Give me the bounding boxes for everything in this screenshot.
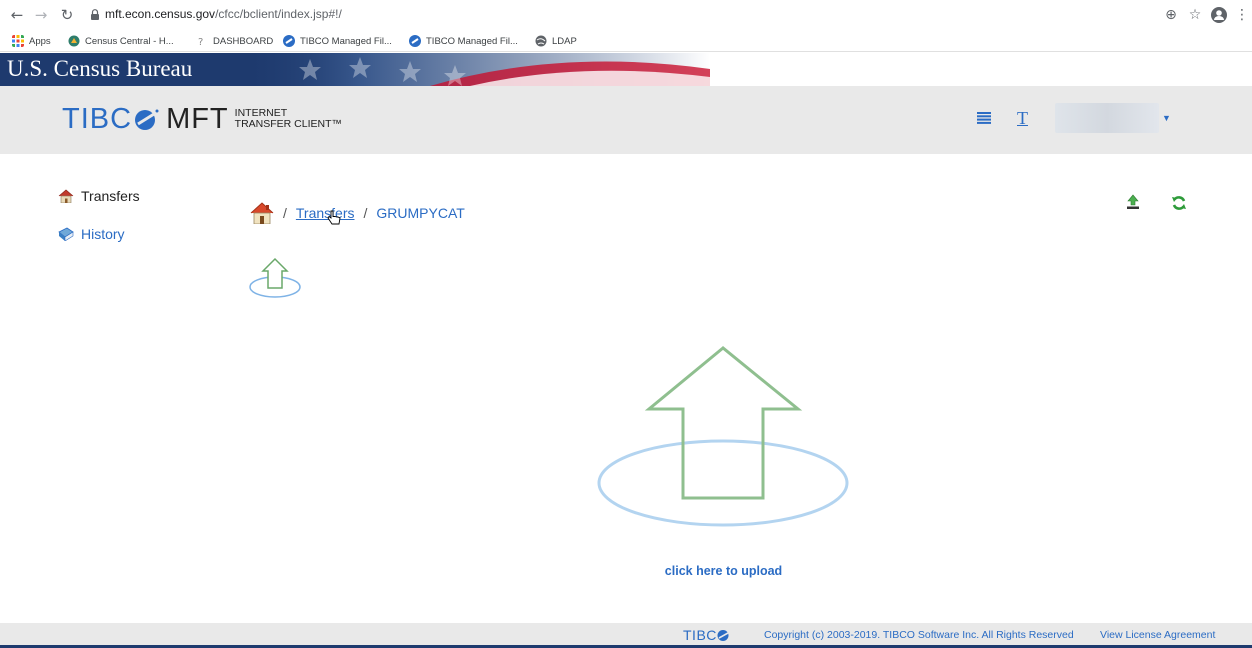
bookmark-label: LDAP — [552, 35, 577, 47]
bookmark-apps[interactable]: Apps — [12, 32, 51, 50]
forward-arrow-icon[interactable]: → — [30, 4, 52, 26]
profile-icon[interactable] — [1209, 4, 1229, 26]
caret-down-icon: ▼ — [1162, 113, 1171, 123]
footer-logo-text: TIBC — [683, 627, 717, 643]
app-header: TIBC MFT INTERNET TRANSFER CLIENT™ T ▼ — [0, 86, 1252, 154]
logo-tibco-text: TIBC — [62, 102, 133, 135]
hand-cursor-icon — [327, 210, 341, 225]
breadcrumb: / Transfers / GRUMPYCAT — [250, 200, 465, 226]
home-icon — [58, 189, 74, 203]
refresh-icon[interactable] — [1171, 195, 1187, 211]
banner-title: U.S. Census Bureau — [7, 56, 193, 81]
upload-drop-target[interactable] — [596, 345, 854, 531]
address-bar[interactable]: mft.econ.census.gov/cfcc/bclient/index.j… — [90, 4, 1210, 26]
browser-toolbar: ← → ↻ mft.econ.census.gov/cfcc/bclient/i… — [0, 0, 1252, 30]
svg-text:?: ? — [198, 37, 203, 47]
url-host: mft.econ.census.gov — [105, 7, 216, 21]
upload-file-icon[interactable] — [1125, 194, 1141, 210]
bookmark-census-central[interactable]: Census Central - H... — [68, 32, 174, 50]
tibco-ball-icon — [135, 109, 159, 130]
list-view-icon[interactable] — [977, 112, 991, 124]
bookmark-label: DASHBOARD — [213, 35, 274, 47]
browser-menu-icon[interactable]: ⋮ — [1232, 4, 1252, 26]
bookmark-dashboard[interactable]: ? DASHBOARD — [196, 32, 273, 50]
back-arrow-icon[interactable]: ← — [6, 4, 28, 26]
logo-subtitle-line: TRANSFER CLIENT™ — [234, 118, 342, 130]
bookmark-label: TIBCO Managed Fil... — [426, 35, 518, 47]
upload-link[interactable]: click here to upload — [0, 564, 1252, 578]
bookmark-label: Census Central - H... — [85, 35, 174, 47]
bookmarks-bar: Apps Census Central - H... ? DASHBOARD T… — [0, 30, 1252, 52]
breadcrumb-separator: / — [363, 205, 368, 221]
breadcrumb-current: GRUMPYCAT — [376, 205, 465, 221]
bookmark-star-icon[interactable]: ☆ — [1185, 4, 1205, 26]
license-agreement-link[interactable]: View License Agreement — [1100, 629, 1215, 641]
breadcrumb-home-icon[interactable] — [250, 202, 274, 224]
footer: TIBC Copyright (c) 2003-2019. TIBCO Soft… — [0, 623, 1252, 648]
breadcrumb-link-transfers[interactable]: Transfers — [296, 205, 355, 221]
url-path: /cfcc/bclient/index.jsp#!/ — [215, 7, 342, 21]
tibco-ball-icon — [717, 630, 729, 641]
tibco-icon — [409, 35, 421, 47]
user-menu[interactable]: ▼ — [1055, 103, 1171, 133]
census-banner: U.S. Census Bureau — [0, 53, 1252, 86]
dashboard-icon: ? — [198, 37, 203, 47]
text-size-icon[interactable]: T — [1017, 108, 1028, 129]
tibco-icon — [283, 35, 295, 47]
reload-icon[interactable]: ↻ — [56, 4, 78, 26]
lock-icon — [91, 9, 99, 20]
logo-mft-text: MFT — [166, 102, 229, 135]
bookmark-label: Apps — [29, 35, 51, 47]
sidebar-item-history[interactable]: History — [58, 226, 125, 242]
breadcrumb-separator: / — [283, 205, 287, 221]
book-icon — [58, 227, 74, 241]
sidebar-item-label: Transfers — [81, 188, 140, 204]
globe-icon — [535, 35, 547, 47]
apps-grid-icon — [12, 35, 24, 47]
census-icon — [68, 35, 80, 47]
tibco-mft-logo: TIBC MFT INTERNET TRANSFER CLIENT™ — [62, 102, 342, 135]
sidebar-item-transfers[interactable]: Transfers — [58, 188, 140, 204]
zoom-icon[interactable]: ⊕ — [1161, 4, 1181, 26]
bookmark-label: TIBCO Managed Fil... — [300, 35, 392, 47]
url-text: mft.econ.census.gov/cfcc/bclient/index.j… — [105, 7, 342, 21]
bookmark-tibco-1[interactable]: TIBCO Managed Fil... — [283, 32, 392, 50]
footer-tibco-logo: TIBC — [683, 627, 731, 643]
bookmark-ldap[interactable]: LDAP — [535, 32, 577, 50]
sidebar-item-label: History — [81, 226, 125, 242]
bookmark-tibco-2[interactable]: TIBCO Managed Fil... — [409, 32, 518, 50]
logo-subtitle: INTERNET TRANSFER CLIENT™ — [235, 108, 342, 130]
small-upload-icon[interactable] — [248, 257, 304, 299]
footer-copyright: Copyright (c) 2003-2019. TIBCO Software … — [764, 629, 1074, 641]
user-name-redacted — [1055, 103, 1159, 133]
